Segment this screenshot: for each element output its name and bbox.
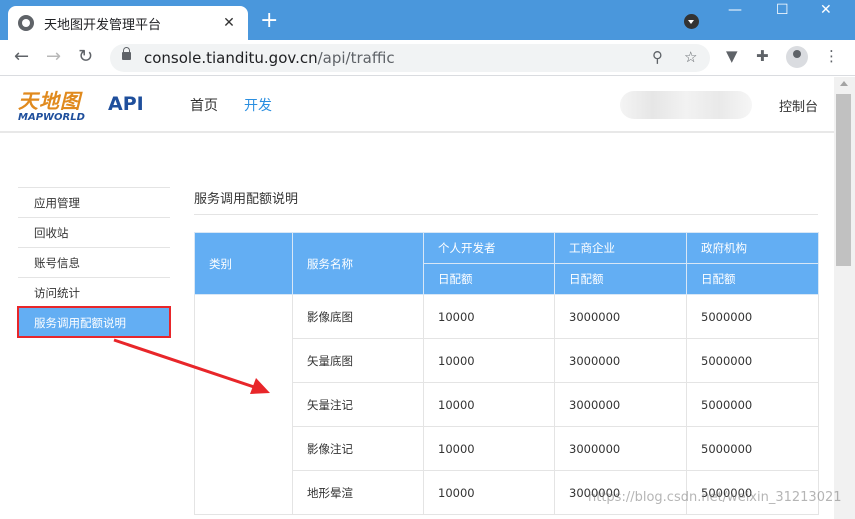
quota-table: 类别 服务名称 个人开发者 工商企业 政府机构 日配额 日配额 日配额 影像底图… — [194, 232, 819, 515]
close-window-button[interactable]: ✕ — [820, 2, 832, 18]
page-scrollbar[interactable] — [834, 77, 855, 519]
business-quota-cell: 3000000 — [554, 426, 687, 471]
title-divider — [194, 214, 818, 215]
government-quota-cell: 5000000 — [686, 382, 819, 427]
globe-icon — [18, 15, 34, 31]
table-header-row: 类别 服务名称 个人开发者 工商企业 政府机构 — [194, 232, 819, 295]
personal-quota-cell: 10000 — [423, 338, 555, 383]
subheader-daily-quota: 日配额 — [686, 263, 819, 295]
extension-icon[interactable]: ▼ — [726, 47, 738, 65]
puzzle-icon[interactable]: ✚ — [756, 47, 769, 65]
close-icon[interactable]: ✕ — [220, 15, 238, 31]
browser-toolbar: ← → ↻ console.tianditu.gov.cn/api/traffi… — [0, 40, 855, 76]
site-header: 天地图 MAPWORLD API 首页 开发 控制台 — [0, 77, 834, 133]
sidebar: 应用管理 回收站 账号信息 访问统计 服务调用配额说明 — [17, 187, 171, 338]
minimize-button[interactable]: — — [728, 2, 742, 18]
header-business: 工商企业 — [554, 232, 687, 264]
url-text[interactable]: console.tianditu.gov.cn/api/traffic — [144, 49, 395, 67]
business-quota-cell: 3000000 — [554, 338, 687, 383]
service-cell: 矢量底图 — [292, 338, 424, 383]
header-category: 类别 — [194, 232, 293, 295]
logo-chinese: 天地图 — [18, 89, 81, 113]
personal-quota-cell: 10000 — [423, 294, 555, 339]
service-cell: 影像注记 — [292, 426, 424, 471]
nav-develop[interactable]: 开发 — [244, 95, 272, 115]
government-quota-cell: 5000000 — [686, 426, 819, 471]
personal-quota-cell: 10000 — [423, 426, 555, 471]
browser-titlebar: 天地图开发管理平台 ✕ + — ☐ ✕ — [0, 0, 855, 40]
tianditu-logo[interactable]: 天地图 MAPWORLD — [18, 85, 85, 123]
sidebar-item-recycle-bin[interactable]: 回收站 — [18, 217, 170, 247]
business-quota-cell: 3000000 — [554, 382, 687, 427]
reload-icon[interactable]: ↻ — [78, 46, 93, 67]
profile-avatar[interactable] — [786, 46, 808, 68]
maximize-button[interactable]: ☐ — [776, 2, 789, 18]
watermark: https://blog.csdn.net/weixin_31213021 — [588, 490, 842, 505]
header-government: 政府机构 — [686, 232, 819, 264]
blurred-username — [620, 91, 752, 119]
sidebar-item-account-info[interactable]: 账号信息 — [18, 247, 170, 277]
personal-quota-cell: 10000 — [423, 382, 555, 427]
forward-arrow-icon[interactable]: → — [46, 46, 61, 67]
address-bar[interactable]: console.tianditu.gov.cn/api/traffic ⚲ ☆ — [110, 44, 710, 72]
sidebar-item-quota-info[interactable]: 服务调用配额说明 — [17, 306, 171, 338]
console-link[interactable]: 控制台 — [779, 96, 818, 115]
header-personal: 个人开发者 — [423, 232, 555, 264]
government-quota-cell: 5000000 — [686, 338, 819, 383]
star-icon[interactable]: ☆ — [684, 48, 697, 66]
business-quota-cell: 3000000 — [554, 294, 687, 339]
personal-quota-cell: 10000 — [423, 470, 555, 515]
api-label: API — [108, 93, 144, 115]
government-quota-cell: 5000000 — [686, 294, 819, 339]
category-cell — [194, 294, 293, 515]
nav-home[interactable]: 首页 — [190, 95, 218, 115]
header-service-name: 服务名称 — [292, 232, 424, 295]
red-annotation-arrow-icon — [113, 338, 270, 394]
service-cell: 地形晕渲 — [292, 470, 424, 515]
tab-search-icon[interactable] — [684, 14, 699, 29]
lock-icon[interactable] — [122, 47, 131, 60]
page-title: 服务调用配额说明 — [194, 192, 299, 207]
logo-english: MAPWORLD — [18, 112, 85, 123]
sidebar-item-app-management[interactable]: 应用管理 — [18, 187, 170, 217]
service-cell: 影像底图 — [292, 294, 424, 339]
scroll-thumb[interactable] — [836, 94, 851, 266]
service-cell: 矢量注记 — [292, 382, 424, 427]
menu-icon[interactable]: ⋮ — [824, 47, 839, 65]
sidebar-item-access-stats[interactable]: 访问统计 — [18, 277, 170, 307]
scroll-up-icon[interactable] — [840, 81, 848, 86]
back-arrow-icon[interactable]: ← — [14, 46, 29, 67]
subheader-daily-quota: 日配额 — [554, 263, 687, 295]
subheader-daily-quota: 日配额 — [423, 263, 555, 295]
browser-tab[interactable]: 天地图开发管理平台 ✕ — [8, 6, 248, 40]
zoom-icon[interactable]: ⚲ — [652, 48, 663, 66]
table-row: 影像底图 10000 3000000 5000000 — [194, 294, 819, 515]
tab-title: 天地图开发管理平台 — [44, 17, 162, 33]
new-tab-button[interactable]: + — [260, 8, 278, 34]
